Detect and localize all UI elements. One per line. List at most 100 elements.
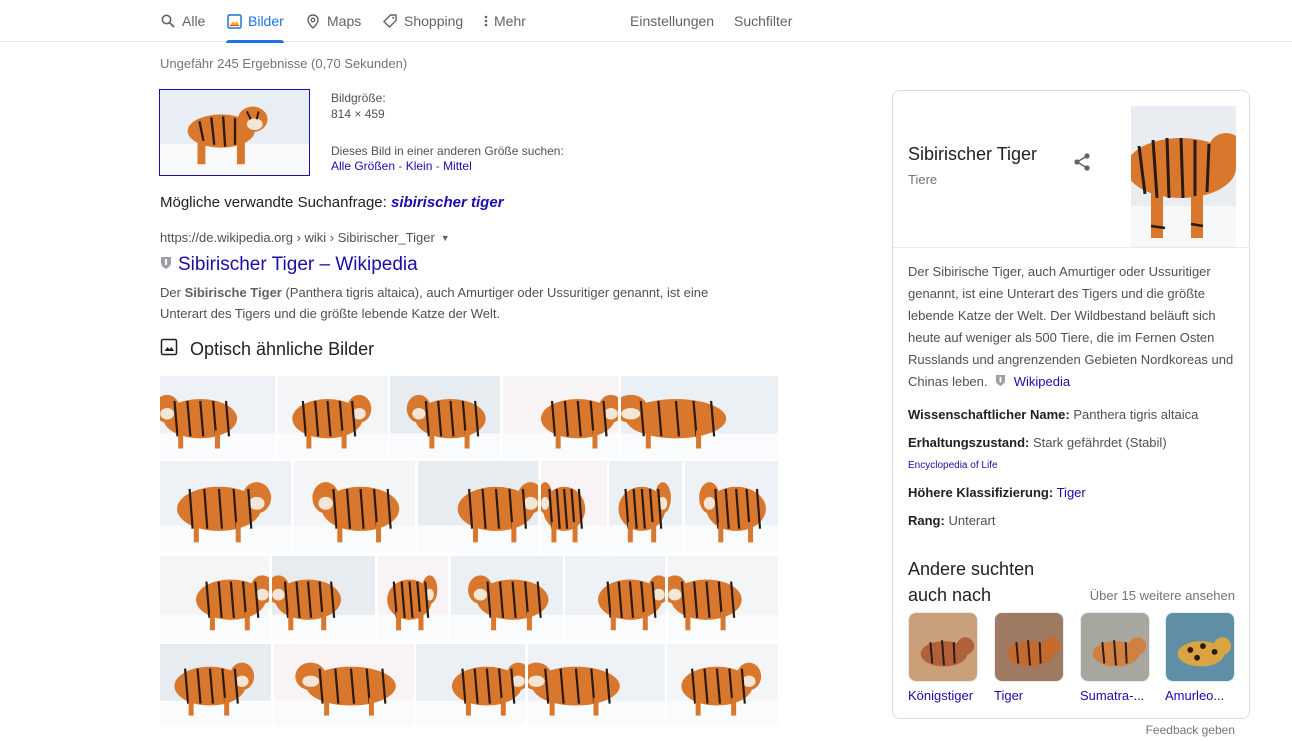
similar-images-heading: Optisch ähnliche Bilder [160, 338, 374, 361]
fact-conservation-status: Erhaltungszustand: Stark gefährdet (Stab… [908, 435, 1167, 450]
knowledge-panel: Sibirischer Tiger Tiere Der Sibirische T… [892, 90, 1250, 719]
similar-image-thumbnail[interactable] [685, 461, 778, 553]
result-stats: Ungefähr 245 Ergebnisse (0,70 Sekunden) [160, 56, 408, 71]
size-separator: - [432, 159, 444, 173]
result-title-link[interactable]: Sibirischer Tiger – Wikipedia [160, 254, 418, 276]
similar-image-thumbnail[interactable] [416, 644, 525, 725]
panel-title: Sibirischer Tiger [908, 144, 1038, 164]
see-more-link[interactable]: Über 15 weitere ansehen [1090, 588, 1235, 603]
similar-image-thumbnail[interactable] [274, 644, 414, 725]
tab-all-label: Alle [182, 13, 206, 29]
tab-all[interactable]: Alle [160, 0, 205, 42]
fact-scientific-name: Wissenschaftlicher Name: Panthera tigris… [908, 407, 1198, 422]
tab-images[interactable]: Bilder [226, 0, 284, 43]
snippet-text: Der [160, 285, 185, 300]
size-small-link[interactable]: Klein [406, 159, 433, 173]
tab-more[interactable]: Mehr [482, 0, 526, 42]
related-entity-image [1165, 612, 1235, 682]
settings-link[interactable]: Einstellungen [630, 0, 714, 42]
related-entity-label: Amurleo... [1165, 688, 1225, 703]
tab-shopping-label: Shopping [404, 13, 464, 29]
result-snippet: Der Sibirische Tiger (Panthera tigris al… [160, 282, 740, 324]
similar-image-thumbnail[interactable] [278, 376, 388, 458]
fact-value: Unterart [948, 513, 996, 528]
related-query-label: Mögliche verwandte Suchanfrage: [160, 194, 387, 211]
similar-image-thumbnail[interactable] [160, 644, 271, 725]
related-entity[interactable]: Königstiger [908, 612, 980, 703]
tab-shopping[interactable]: Shopping [382, 0, 463, 42]
classification-link[interactable]: Tiger [1057, 485, 1086, 500]
related-entity[interactable]: Sumatra-... [1080, 612, 1152, 703]
similar-image-thumbnail[interactable] [541, 461, 607, 553]
similar-image-thumbnail[interactable] [390, 376, 500, 458]
feedback-link[interactable]: Feedback geben [1146, 723, 1235, 737]
divider [893, 247, 1249, 248]
tab-images-label: Bilder [248, 13, 284, 29]
similar-image-thumbnail[interactable] [503, 376, 618, 458]
size-all-link[interactable]: Alle Größen [331, 159, 395, 173]
fact-label: Wissenschaftlicher Name: [908, 407, 1070, 422]
panel-description: Der Sibirische Tiger, auch Amurtiger ode… [908, 261, 1238, 394]
similar-image-thumbnail[interactable] [294, 461, 415, 553]
fact-label: Höhere Klassifizierung: [908, 485, 1054, 500]
similar-image-thumbnail[interactable] [272, 556, 375, 640]
image-size-label: Bildgröße: [331, 91, 386, 105]
related-entity-image [908, 612, 978, 682]
panel-subtitle: Tiere [908, 172, 938, 187]
similar-image-thumbnail[interactable] [668, 556, 778, 640]
query-image-thumbnail[interactable] [159, 89, 310, 176]
related-entity-label: Sumatra-... [1080, 688, 1145, 703]
related-entity[interactable]: Amurleo... [1165, 612, 1237, 703]
other-sizes-text: Dieses Bild in einer anderen Größe suche… [331, 144, 564, 158]
size-separator: - [395, 159, 406, 173]
also-searched-heading: Andere suchten auch nach [908, 559, 1035, 605]
tab-more-label: Mehr [494, 13, 526, 29]
tag-icon [382, 13, 398, 29]
result-url-text: https://de.wikipedia.org › wiki › Sibiri… [160, 230, 435, 245]
image-icon [160, 338, 178, 361]
chevron-down-icon[interactable]: ▼ [441, 233, 450, 243]
related-entity[interactable]: Tiger [994, 612, 1066, 703]
similar-images-title: Optisch ähnliche Bilder [190, 339, 375, 359]
wikipedia-link[interactable]: Wikipedia [1014, 374, 1070, 389]
shield-icon [160, 254, 172, 276]
fact-classification: Höhere Klassifizierung: Tiger [908, 485, 1086, 500]
related-entity-label: Königstiger [908, 688, 974, 703]
fact-value: Panthera tigris altaica [1073, 407, 1199, 422]
size-links: Alle Größen - Klein - Mittel [331, 159, 472, 173]
top-navigation: Alle Bilder Maps Shopping Mehr Einstellu… [0, 0, 1292, 43]
size-medium-link[interactable]: Mittel [443, 159, 472, 173]
related-entity-label: Tiger [994, 688, 1024, 703]
search-icon [160, 13, 176, 29]
similar-image-thumbnail[interactable] [451, 556, 563, 640]
similar-image-thumbnail[interactable] [528, 644, 665, 725]
similar-image-thumbnail[interactable] [418, 461, 538, 553]
similar-image-thumbnail[interactable] [160, 376, 275, 458]
result-title-text: Sibirischer Tiger – Wikipedia [178, 254, 418, 275]
map-pin-icon [305, 13, 321, 29]
fact-label: Rang: [908, 513, 945, 528]
panel-image[interactable] [1131, 106, 1236, 247]
similar-image-thumbnail[interactable] [378, 556, 448, 640]
similar-image-thumbnail[interactable] [565, 556, 665, 640]
search-filter-link[interactable]: Suchfilter [734, 0, 792, 42]
related-entity-image [994, 612, 1064, 682]
tab-maps-label: Maps [327, 13, 362, 29]
similar-image-thumbnail[interactable] [621, 376, 778, 458]
related-query: Mögliche verwandte Suchanfrage: sibirisc… [160, 194, 504, 211]
similar-image-thumbnail[interactable] [160, 461, 291, 553]
similar-image-thumbnail[interactable] [667, 644, 778, 725]
related-query-link[interactable]: sibirischer tiger [391, 194, 504, 211]
similar-image-thumbnail[interactable] [609, 461, 682, 553]
shield-icon [995, 372, 1006, 394]
snippet-highlight: Sibirische Tiger [184, 285, 282, 300]
source-link[interactable]: Encyclopedia of Life [908, 460, 998, 471]
fact-label: Erhaltungszustand: [908, 435, 1030, 450]
more-vert-icon [482, 13, 490, 29]
tab-maps[interactable]: Maps [305, 0, 361, 42]
share-icon[interactable] [1071, 151, 1093, 173]
fact-rank: Rang: Unterart [908, 513, 995, 528]
result-url[interactable]: https://de.wikipedia.org › wiki › Sibiri… [160, 230, 450, 245]
similar-image-thumbnail[interactable] [160, 556, 269, 640]
fact-value: Stark gefährdet (Stabil) [1032, 435, 1167, 450]
